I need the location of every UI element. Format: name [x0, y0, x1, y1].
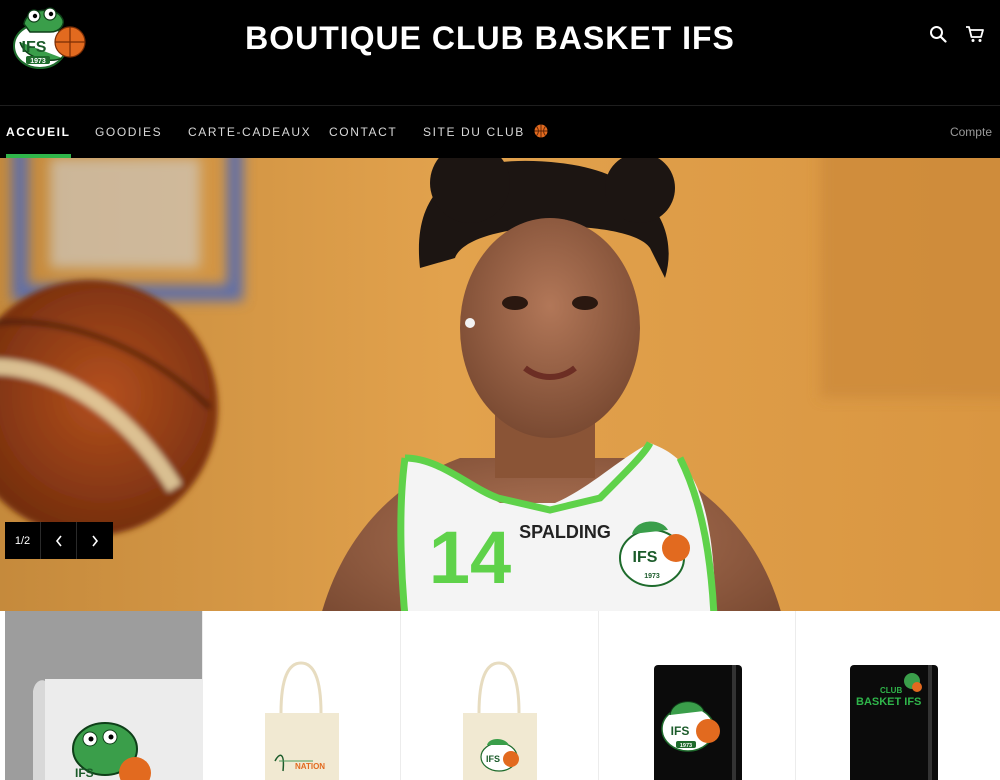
mug-logo-text: IFS	[75, 766, 94, 780]
logo-year: 1973	[30, 58, 46, 65]
nav-item-contact[interactable]: CONTACT	[329, 106, 397, 158]
product-image: IFS 1973	[654, 665, 742, 780]
product-image: IFS	[33, 679, 202, 780]
product-image: IFS	[463, 661, 537, 780]
tote-logo-text: IFS	[486, 754, 500, 764]
search-icon[interactable]	[926, 22, 950, 46]
slide-counter: 1/2	[5, 522, 41, 559]
product-card-mug[interactable]: IFS	[5, 611, 203, 780]
nav-item-goodies[interactable]: GOODIES	[95, 106, 162, 158]
basketball-icon	[534, 124, 548, 138]
notebook-print-basket: BASKET IFS	[856, 696, 921, 708]
notebook-logo-year: 1973	[680, 743, 692, 749]
main-nav: ACCUEIL GOODIES CARTE-CADEAUX CONTACT SI…	[0, 106, 1000, 158]
account-link[interactable]: Compte	[950, 106, 992, 158]
product-grid: IFS NATION IFS IFS 1973 CLUB BASKET IFS	[0, 611, 1000, 780]
jersey-number: 14	[429, 516, 511, 599]
notebook-logo-text: IFS	[671, 724, 690, 738]
slideshow-controls: 1/2	[5, 522, 113, 559]
nav-item-carte-cadeaux[interactable]: CARTE-CADEAUX	[188, 106, 311, 158]
product-card-tote-bag-nation[interactable]: NATION	[203, 611, 401, 780]
hero-slideshow: 14 SPALDING IFS 1973	[0, 158, 1000, 660]
slide-prev-button[interactable]	[41, 522, 77, 559]
site-title[interactable]: BOUTIQUE CLUB BASKET IFS	[0, 20, 980, 57]
notebook-print-club: CLUB	[880, 686, 902, 695]
site-header: IFS 1973 BOUTIQUE CLUB BASKET IFS	[0, 0, 1000, 106]
jersey-logo-year: 1973	[644, 573, 660, 580]
nav-item-accueil[interactable]: ACCUEIL	[6, 106, 71, 158]
nav-item-site-du-club[interactable]: SITE DU CLUB	[423, 106, 548, 158]
nav-item-site-du-club-label: SITE DU CLUB	[423, 125, 525, 139]
slide-next-button[interactable]	[77, 522, 113, 559]
cart-icon[interactable]	[963, 22, 987, 46]
jersey-logo-text: IFS	[633, 549, 658, 566]
product-card-notebook-logo[interactable]: IFS 1973	[598, 611, 796, 780]
product-card-notebook-club-basket[interactable]: CLUB BASKET IFS	[796, 611, 994, 780]
jersey-brand: SPALDING	[519, 522, 611, 542]
product-image: NATION	[265, 661, 339, 780]
product-card-tote-bag-logo[interactable]: IFS	[401, 611, 599, 780]
tote-print-text: NATION	[295, 762, 325, 771]
chevron-left-icon	[55, 535, 62, 546]
product-image: CLUB BASKET IFS	[850, 665, 938, 780]
chevron-right-icon	[92, 535, 99, 546]
hero-image: 14 SPALDING IFS 1973	[0, 158, 1000, 660]
